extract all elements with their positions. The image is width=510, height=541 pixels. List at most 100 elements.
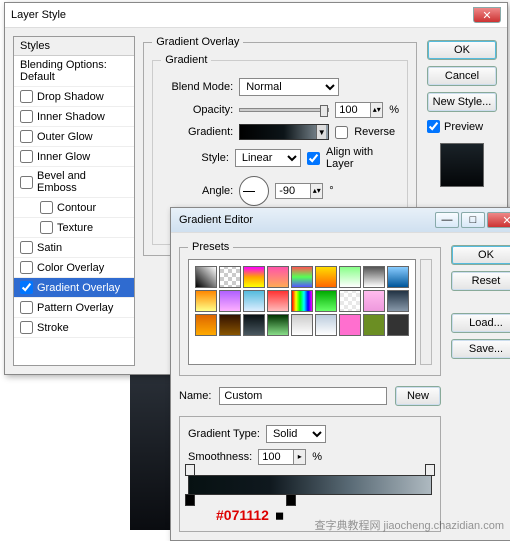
- style-row-texture[interactable]: Texture: [14, 218, 134, 238]
- reverse-label: Reverse: [354, 126, 395, 138]
- style-row-satin[interactable]: Satin: [14, 238, 134, 258]
- style-checkbox[interactable]: [40, 201, 53, 214]
- style-checkbox[interactable]: [20, 321, 33, 334]
- style-checkbox[interactable]: [20, 130, 33, 143]
- preset-swatch[interactable]: [291, 314, 313, 336]
- load-button[interactable]: Load...: [451, 313, 510, 333]
- gtype-select[interactable]: Solid: [266, 425, 326, 443]
- style-row-gradient-overlay[interactable]: Gradient Overlay: [14, 278, 134, 298]
- preset-swatch[interactable]: [243, 290, 265, 312]
- blending-options-row[interactable]: Blending Options: Default: [14, 56, 134, 87]
- scrollbar[interactable]: [420, 259, 432, 365]
- style-checkbox[interactable]: [20, 261, 33, 274]
- opacity-input[interactable]: [335, 102, 371, 118]
- blend-mode-select[interactable]: Normal: [239, 78, 339, 96]
- chevron-down-icon: ▼: [316, 125, 326, 139]
- titlebar: Layer Style ✕: [5, 3, 507, 28]
- preset-swatch[interactable]: [363, 314, 385, 336]
- preset-swatch[interactable]: [267, 314, 289, 336]
- preset-swatch[interactable]: [339, 290, 361, 312]
- style-label: Style:: [161, 152, 229, 164]
- style-row-inner-glow[interactable]: Inner Glow: [14, 147, 134, 167]
- preset-swatch[interactable]: [195, 290, 217, 312]
- close-icon[interactable]: ✕: [473, 7, 501, 23]
- style-checkbox[interactable]: [20, 301, 33, 314]
- style-checkbox[interactable]: [20, 90, 33, 103]
- maximize-icon[interactable]: □: [461, 212, 485, 228]
- preset-swatch[interactable]: [243, 266, 265, 288]
- preset-swatch[interactable]: [387, 314, 409, 336]
- preview-label: Preview: [444, 121, 483, 133]
- style-checkbox[interactable]: [20, 241, 33, 254]
- style-row-outer-glow[interactable]: Outer Glow: [14, 127, 134, 147]
- style-checkbox[interactable]: [20, 281, 33, 294]
- style-checkbox[interactable]: [20, 176, 33, 189]
- style-checkbox[interactable]: [20, 150, 33, 163]
- preset-swatch[interactable]: [291, 266, 313, 288]
- style-row-pattern-overlay[interactable]: Pattern Overlay: [14, 298, 134, 318]
- save-button[interactable]: Save...: [451, 339, 510, 359]
- style-row-color-overlay[interactable]: Color Overlay: [14, 258, 134, 278]
- style-row-drop-shadow[interactable]: Drop Shadow: [14, 87, 134, 107]
- reset-button[interactable]: Reset: [451, 271, 510, 291]
- style-row-inner-shadow[interactable]: Inner Shadow: [14, 107, 134, 127]
- preset-swatch[interactable]: [363, 266, 385, 288]
- spinner-icon[interactable]: ▴▾: [371, 102, 383, 118]
- panel-title: Gradient Overlay: [152, 36, 243, 48]
- styles-header[interactable]: Styles: [14, 37, 134, 56]
- style-checkbox[interactable]: [40, 221, 53, 234]
- style-select[interactable]: Linear: [235, 149, 301, 167]
- style-row-contour[interactable]: Contour: [14, 198, 134, 218]
- panel-subtitle: Gradient: [161, 54, 211, 66]
- preset-swatch[interactable]: [195, 266, 217, 288]
- color-stop[interactable]: [286, 494, 296, 506]
- dialog-title: Gradient Editor: [179, 214, 253, 226]
- preset-swatch[interactable]: [315, 290, 337, 312]
- preset-swatch[interactable]: [267, 290, 289, 312]
- new-button[interactable]: New: [395, 386, 441, 406]
- opacity-stop[interactable]: [425, 464, 435, 476]
- preset-swatch[interactable]: [339, 266, 361, 288]
- preset-swatch[interactable]: [315, 314, 337, 336]
- gradient-swatch[interactable]: ▼: [239, 124, 329, 140]
- presets-label: Presets: [188, 241, 233, 253]
- style-checkbox[interactable]: [20, 110, 33, 123]
- new-style-button[interactable]: New Style...: [427, 92, 497, 112]
- preset-swatch[interactable]: [291, 290, 313, 312]
- angle-dial[interactable]: [239, 176, 269, 206]
- preset-swatch[interactable]: [243, 314, 265, 336]
- align-checkbox[interactable]: [307, 152, 320, 165]
- ok-button[interactable]: OK: [451, 245, 510, 265]
- preset-swatch[interactable]: [387, 290, 409, 312]
- style-row-bevel-and-emboss[interactable]: Bevel and Emboss: [14, 167, 134, 198]
- minimize-icon[interactable]: —: [435, 212, 459, 228]
- gradient-bar[interactable]: [188, 475, 432, 495]
- name-input[interactable]: [219, 387, 387, 405]
- angle-input[interactable]: [275, 183, 311, 199]
- close-icon[interactable]: ✕: [487, 212, 510, 228]
- preset-swatch[interactable]: [195, 314, 217, 336]
- opacity-slider[interactable]: [239, 108, 329, 112]
- style-row-stroke[interactable]: Stroke: [14, 318, 134, 338]
- smooth-input[interactable]: [258, 449, 294, 465]
- preset-swatch[interactable]: [315, 266, 337, 288]
- preset-swatch[interactable]: [339, 314, 361, 336]
- preset-swatch[interactable]: [363, 290, 385, 312]
- stop-icon: ◼: [275, 509, 284, 522]
- name-label: Name:: [179, 390, 211, 402]
- opacity-stop[interactable]: [185, 464, 195, 476]
- preset-swatch[interactable]: [267, 266, 289, 288]
- gradient-type-panel: Gradient Type: Solid Smoothness: ▸ % #07…: [179, 416, 441, 532]
- gradient-editor-dialog: Gradient Editor — □ ✕ Presets Name: New: [170, 207, 510, 541]
- cancel-button[interactable]: Cancel: [427, 66, 497, 86]
- ok-button[interactable]: OK: [427, 40, 497, 60]
- preset-swatch[interactable]: [219, 314, 241, 336]
- titlebar: Gradient Editor — □ ✕: [171, 208, 510, 233]
- preset-swatch[interactable]: [219, 266, 241, 288]
- preset-swatch[interactable]: [219, 290, 241, 312]
- reverse-checkbox[interactable]: [335, 126, 348, 139]
- preset-swatch[interactable]: [387, 266, 409, 288]
- color-stop[interactable]: [185, 494, 195, 506]
- preview-swatch: [440, 143, 484, 187]
- preview-checkbox[interactable]: [427, 120, 440, 133]
